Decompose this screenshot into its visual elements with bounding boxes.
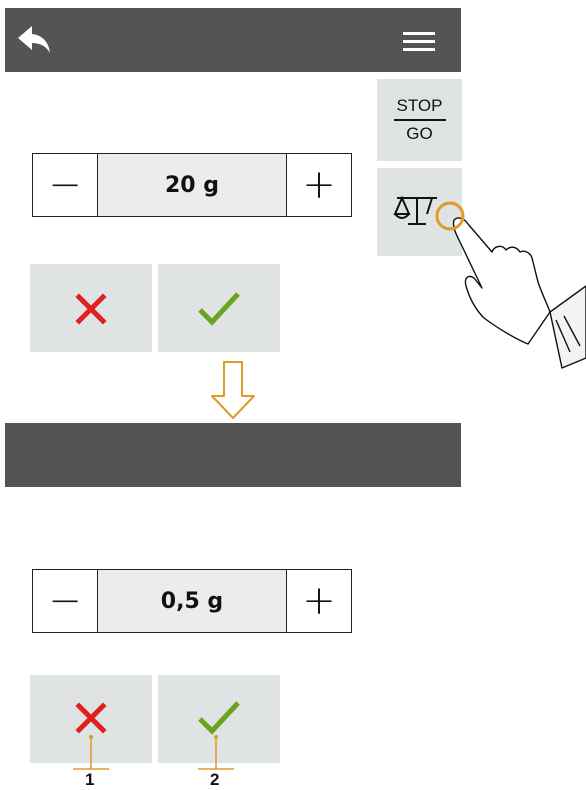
check-icon — [198, 701, 240, 735]
callout-1: 1 — [85, 770, 95, 789]
increment-button[interactable]: + — [287, 570, 351, 632]
stop-label: STOP — [396, 96, 443, 115]
increment-button[interactable]: + — [287, 154, 351, 216]
callout-2: 2 — [210, 770, 220, 789]
decrement-button[interactable]: − — [33, 570, 97, 632]
stop-go-divider — [393, 119, 446, 121]
hand-pointer-icon — [435, 201, 586, 369]
header-bar-bottom — [5, 423, 461, 487]
decrement-button[interactable]: − — [33, 154, 97, 216]
down-arrow-icon — [211, 361, 255, 419]
back-button[interactable] — [14, 22, 54, 58]
menu-button[interactable] — [400, 26, 440, 56]
cross-icon — [75, 702, 107, 734]
cancel-button[interactable] — [30, 264, 152, 352]
back-arrow-icon — [18, 26, 50, 53]
weight-stepper-05g[interactable]: − 0,5 g + — [32, 569, 352, 633]
stop-go-button[interactable]: STOP GO — [377, 79, 462, 161]
header-bar — [5, 8, 461, 72]
weight-stepper-20g[interactable]: − 20 g + — [32, 153, 352, 217]
confirm-button[interactable] — [158, 264, 280, 352]
check-icon — [198, 292, 240, 326]
hamburger-menu-icon — [403, 32, 435, 51]
callout-lines — [73, 735, 234, 770]
weight-value: 20 g — [97, 154, 287, 216]
cross-icon — [75, 293, 107, 325]
go-label: GO — [406, 124, 433, 143]
weight-value: 0,5 g — [97, 570, 287, 632]
